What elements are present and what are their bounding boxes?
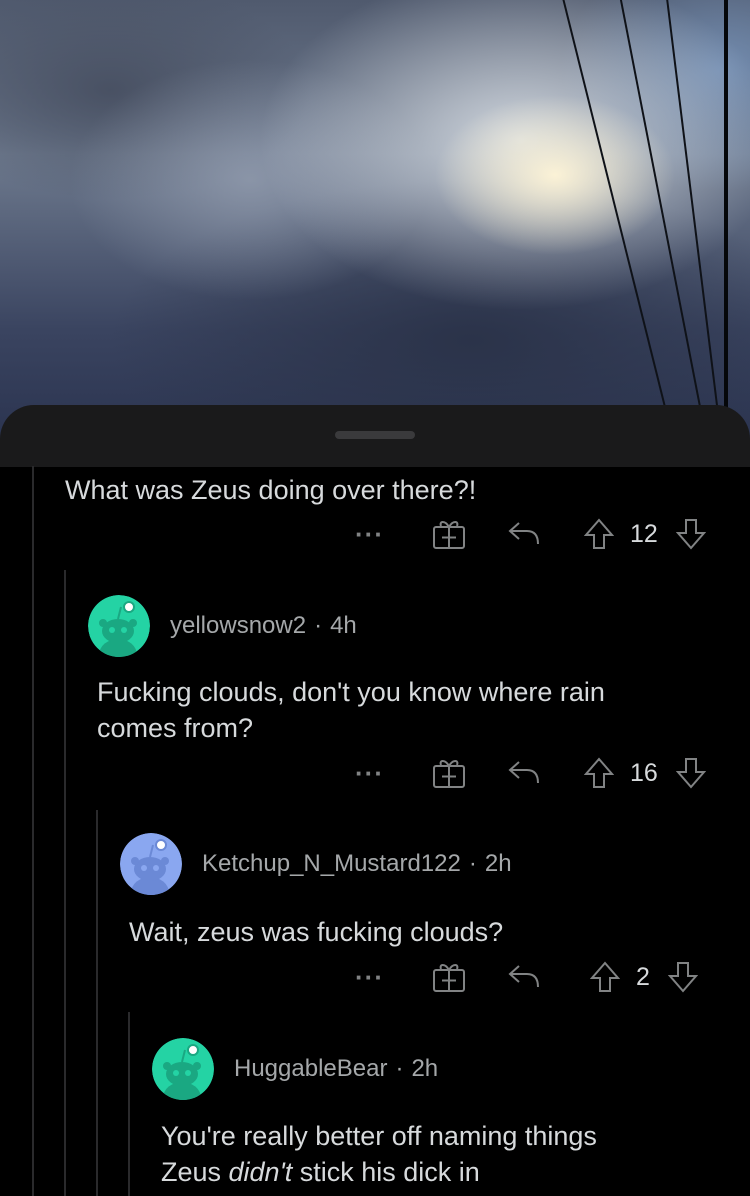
downvote-icon[interactable] [676,757,706,789]
comment-actions: ··· 12 [0,514,750,554]
comment-text: stick his dick in [292,1157,480,1187]
more-icon[interactable]: ··· [355,514,384,554]
upvote-icon[interactable] [584,518,614,550]
award-icon[interactable] [432,961,466,993]
snoo-avatar-icon [88,595,150,657]
vote-score: 16 [630,759,658,787]
award-icon[interactable] [432,757,466,789]
thread-line[interactable] [64,570,66,1196]
post-media-image[interactable] [0,0,750,440]
comment-body: Wait, zeus was fucking clouds? [129,917,504,947]
thread-line[interactable] [32,466,34,1196]
comment-age: 2h [411,1055,439,1082]
comment-age: 4h [330,612,357,639]
snoo-avatar-icon [120,833,182,895]
power-pole [724,0,728,440]
comment-body: What was Zeus doing over there?! [65,475,477,505]
comment-body: You're really better off naming things Z… [161,1118,597,1190]
meta-separator: · [468,850,477,877]
comment-header[interactable]: yellowsnow2 · 4h [88,594,357,658]
reply-icon[interactable] [507,759,541,787]
comment-body: Fucking clouds, don't you know where rai… [97,674,605,746]
avatar[interactable] [152,1038,214,1100]
comment-body-line: You're really better off naming things [161,1121,597,1151]
emphasized-text: didn't [228,1157,293,1187]
meta-separator: · [314,612,323,639]
downvote-icon[interactable] [676,518,706,550]
thread-line[interactable] [96,810,98,1196]
comment-actions: ··· 2 [0,957,750,997]
avatar[interactable] [120,833,182,895]
award-icon[interactable] [432,518,466,550]
thread-line[interactable] [128,1012,130,1196]
vote-score: 12 [630,520,658,548]
reply-icon[interactable] [507,963,541,991]
comment-actions: ··· 16 [0,753,750,793]
downvote-icon[interactable] [668,961,698,993]
more-icon[interactable]: ··· [355,957,384,997]
vote-score: 2 [636,963,650,991]
username[interactable]: Ketchup_N_Mustard122 [202,850,461,877]
comment-header[interactable]: Ketchup_N_Mustard122 · 2h [120,832,512,896]
username[interactable]: HuggableBear [234,1055,387,1082]
comment-body-line: Zeus didn't stick his dick in [161,1154,597,1190]
comment-text: Zeus [161,1157,229,1187]
avatar[interactable] [88,595,150,657]
comment-body-line: comes from? [97,713,254,743]
username[interactable]: yellowsnow2 [170,612,306,639]
upvote-icon[interactable] [584,757,614,789]
upvote-icon[interactable] [590,961,620,993]
more-icon[interactable]: ··· [355,753,384,793]
power-line [560,0,674,437]
sheet-drag-handle[interactable] [335,431,415,439]
meta-separator: · [395,1055,404,1082]
comment-header[interactable]: HuggableBear · 2h [152,1037,438,1101]
comment-body-line: Fucking clouds, don't you know where rai… [97,677,605,707]
reply-icon[interactable] [507,520,541,548]
comment-age: 2h [484,850,512,877]
snoo-avatar-icon [152,1038,214,1100]
